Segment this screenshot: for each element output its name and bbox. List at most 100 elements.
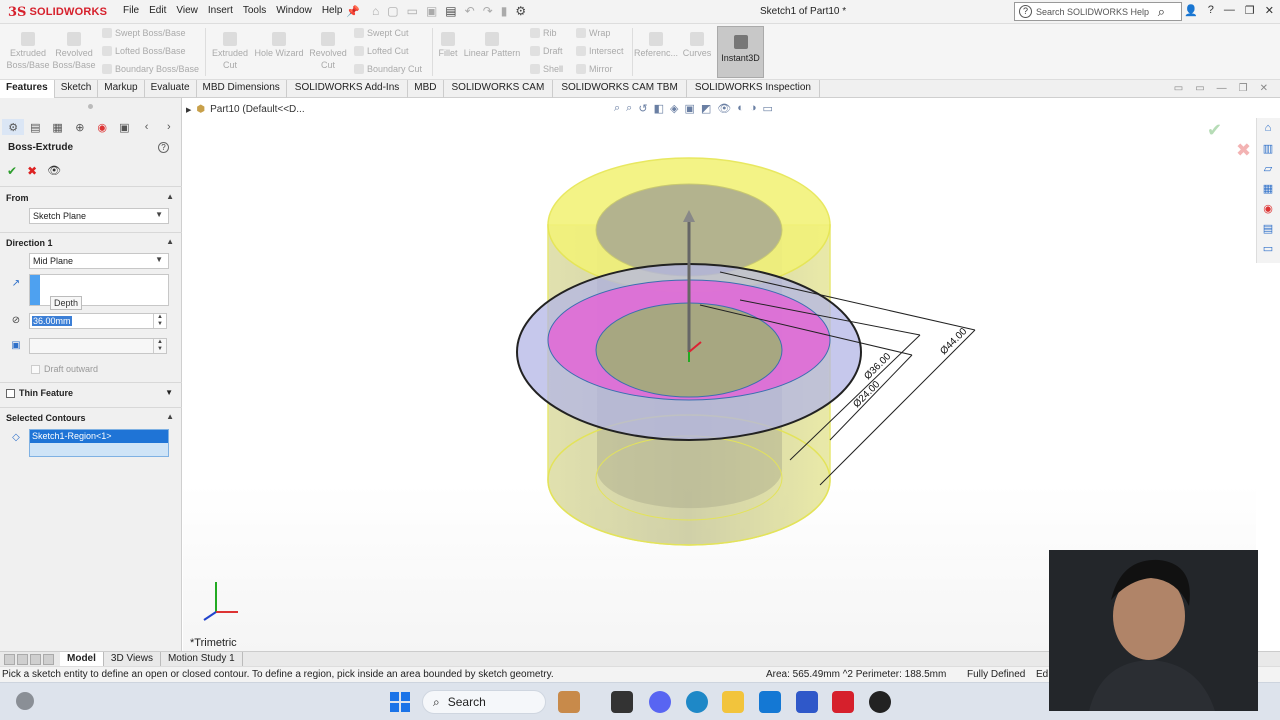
tab-evaluate[interactable]: Evaluate <box>145 80 197 98</box>
doc-minimize-icon[interactable]: — <box>1217 83 1227 94</box>
help-menu-icon[interactable]: ? <box>1208 4 1214 17</box>
reference-geometry-button[interactable]: Referenc... <box>634 32 678 60</box>
app-icon-3[interactable] <box>649 691 671 713</box>
appearances-icon[interactable]: ◉ <box>1257 198 1279 218</box>
menu-edit[interactable]: Edit <box>144 5 171 16</box>
tab-mbd-dimensions[interactable]: MBD Dimensions <box>197 80 287 98</box>
tab-mbd[interactable]: MBD <box>408 80 444 98</box>
menu-tools[interactable]: Tools <box>238 5 271 16</box>
help-search-box[interactable]: ? Search SOLIDWORKS Help ⌕ <box>1014 2 1182 21</box>
zoom-area-icon[interactable]: ⌕ <box>626 102 632 115</box>
minimize-icon[interactable]: — <box>1224 4 1235 17</box>
extruded-cut-button[interactable]: Extruded Cut <box>208 32 252 71</box>
boundary-boss-button[interactable]: Boundary Boss/Base <box>102 64 199 74</box>
preview-eye-icon[interactable]: 👁 <box>47 164 61 178</box>
rebuild-icon[interactable]: ▮ <box>501 4 508 18</box>
depth-input[interactable]: 36.00mm ▲ ▼ <box>29 313 167 329</box>
previous-view-icon[interactable]: ↺ <box>638 102 647 115</box>
zoom-to-fit-icon[interactable]: ⌕ <box>614 102 620 115</box>
dimension-36[interactable]: Ø36.00 <box>862 351 893 382</box>
tab-sketch[interactable]: Sketch <box>55 80 99 98</box>
revolved-cut-button[interactable]: Revolved Cut <box>306 32 350 71</box>
panel-grip[interactable] <box>88 104 93 109</box>
last-tab-icon[interactable] <box>43 653 54 665</box>
options-icon[interactable]: ⚙ <box>515 4 526 18</box>
cancel-x-icon[interactable]: ✖ <box>27 164 37 178</box>
tab-model[interactable]: Model <box>60 652 104 666</box>
solidworks-logo[interactable]: 3S SOLIDWORKS <box>8 3 107 21</box>
draft-angle-input[interactable]: ▲ ▼ <box>29 338 167 354</box>
end-condition-select[interactable]: Mid Plane ▼ <box>29 253 169 269</box>
dimxpert-tab-icon[interactable]: ⊕ <box>69 119 91 135</box>
expand-icon[interactable]: ▼ <box>165 388 173 397</box>
linear-pattern-button[interactable]: Linear Pattern <box>462 32 522 60</box>
next-tab-icon[interactable] <box>30 653 41 665</box>
tab-motion-study[interactable]: Motion Study 1 <box>161 652 243 666</box>
from-section-header[interactable]: From ▲ <box>0 191 182 207</box>
tile2-icon[interactable]: ▭ <box>1195 83 1204 94</box>
close-icon[interactable]: ✕ <box>1265 4 1274 17</box>
wrap-button[interactable]: Wrap <box>576 28 610 38</box>
dimension-44[interactable]: Ø44.00 <box>938 326 969 357</box>
view-palette-icon[interactable]: ▦ <box>1257 178 1279 198</box>
home-icon[interactable]: ⌂ <box>372 4 379 18</box>
save-icon[interactable]: ▣ <box>426 4 437 18</box>
cam-tab-icon[interactable]: ▣ <box>113 119 135 135</box>
taskbar-search[interactable]: ⌕ Search <box>422 690 546 714</box>
menu-help[interactable]: Help <box>317 5 348 16</box>
edge-icon[interactable] <box>686 691 708 713</box>
menu-view[interactable]: View <box>171 5 203 16</box>
print-icon[interactable]: ▤ <box>445 4 456 18</box>
extruded-boss-button[interactable]: Extruded Boss/Base <box>6 32 50 71</box>
shell-button[interactable]: Shell <box>530 64 563 74</box>
selected-contours-list[interactable]: Sketch1-Region<1> <box>29 429 169 457</box>
app-icon-1[interactable] <box>558 691 580 713</box>
tab-cam[interactable]: SOLIDWORKS CAM <box>444 80 554 98</box>
dimension-24[interactable]: Ø24.00 <box>851 379 882 410</box>
direction1-section-header[interactable]: Direction 1 ▲ <box>0 236 182 252</box>
draft-stepper-icon[interactable]: ▲ ▼ <box>153 339 166 353</box>
display-style-icon[interactable]: ◩ <box>701 102 711 115</box>
menu-insert[interactable]: Insert <box>203 5 238 16</box>
curves-button[interactable]: Curves <box>680 32 714 60</box>
widgets-icon[interactable] <box>16 692 34 710</box>
swept-boss-button[interactable]: Swept Boss/Base <box>102 28 186 38</box>
tab-cam-tbm[interactable]: SOLIDWORKS CAM TBM <box>553 80 687 98</box>
draft-outward-checkbox[interactable]: Draft outward <box>31 364 98 374</box>
menu-file[interactable]: File <box>118 5 144 16</box>
ok-check-icon[interactable]: ✔ <box>7 164 17 178</box>
appearance-icon[interactable]: ◐ <box>737 102 744 115</box>
custom-properties-icon[interactable]: ▤ <box>1257 218 1279 238</box>
prev-tab-icon[interactable] <box>17 653 28 665</box>
boundary-cut-button[interactable]: Boundary Cut <box>354 64 422 74</box>
search-icon[interactable]: ⌕ <box>1158 4 1165 20</box>
scroll-left-icon[interactable]: ‹ <box>136 119 158 135</box>
menu-window[interactable]: Window <box>271 5 317 16</box>
view-orientation-icon[interactable]: ▣ <box>684 102 694 115</box>
pin-icon[interactable]: 📌 <box>346 5 360 18</box>
design-library-icon[interactable]: ▥ <box>1257 138 1279 158</box>
mirror-button[interactable]: Mirror <box>576 64 613 74</box>
doc-restore-icon[interactable]: ❐ <box>1239 83 1248 94</box>
feature-manager-tab-icon[interactable]: ⚙ <box>2 119 25 135</box>
start-button[interactable] <box>390 692 410 712</box>
open-icon[interactable]: ▭ <box>407 4 418 18</box>
from-select[interactable]: Sketch Plane ▼ <box>29 208 169 224</box>
rib-button[interactable]: Rib <box>530 28 557 38</box>
property-manager-tab-icon[interactable]: ▤ <box>24 119 46 135</box>
undo-icon[interactable]: ↶ <box>465 4 475 18</box>
thin-feature-checkbox[interactable]: Thin Feature <box>6 388 73 398</box>
solidworks-resources-icon[interactable]: ⌂ <box>1257 118 1279 138</box>
expand-arrow-icon[interactable]: ▶ <box>186 106 191 114</box>
mail-icon[interactable] <box>759 691 781 713</box>
display-manager-tab-icon[interactable]: ◉ <box>91 119 113 135</box>
scroll-right-icon[interactable]: › <box>158 119 180 135</box>
solidworks-taskbar-icon[interactable] <box>832 691 854 713</box>
selected-contours-header[interactable]: Selected Contours ▲ <box>0 411 182 427</box>
lofted-cut-button[interactable]: Lofted Cut <box>354 46 409 56</box>
user-icon[interactable]: 👤 <box>1184 4 1198 17</box>
confirm-cancel-icon[interactable]: ✖ <box>1236 140 1251 161</box>
file-explorer-icon[interactable]: ▱ <box>1257 158 1279 178</box>
app-icon-2[interactable] <box>611 691 633 713</box>
dynamic-annotation-icon[interactable]: ◈ <box>670 102 678 115</box>
